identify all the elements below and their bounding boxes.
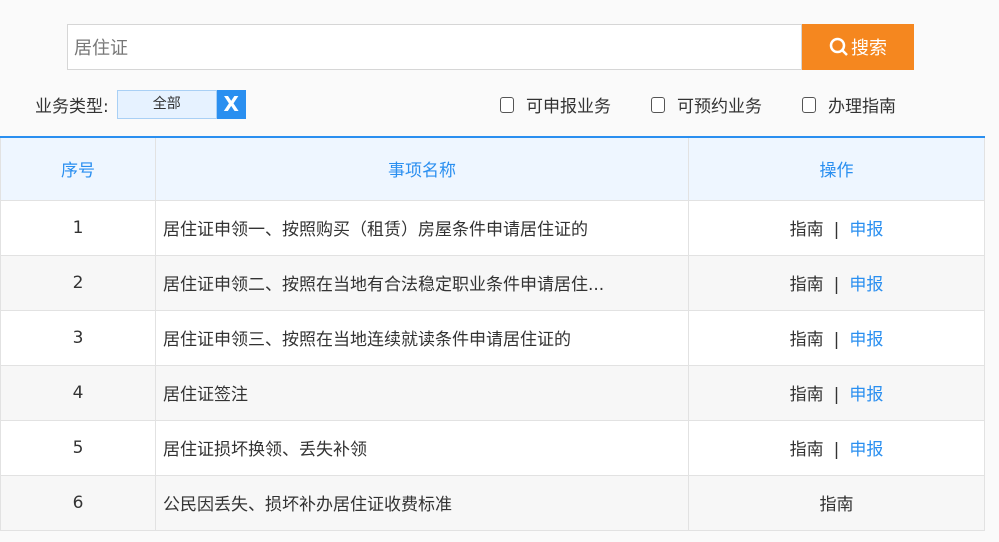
guide-link[interactable]: 指南 (790, 385, 824, 405)
row-actions: 指南 | 申报 (688, 199, 985, 256)
separator: | (833, 330, 840, 350)
item-name[interactable]: 居住证申领三、按照在当地连续就读条件申请居住证的 (155, 309, 689, 366)
header-name: 事项名称 (155, 137, 689, 201)
header-no: 序号 (0, 137, 156, 201)
guide-link[interactable]: 指南 (790, 330, 824, 350)
checkbox-box[interactable] (802, 96, 816, 113)
filter-selected-chip[interactable]: 全部 (116, 90, 217, 119)
row-number: 5 (0, 419, 156, 476)
row-number: 3 (0, 309, 156, 366)
guide-link[interactable]: 指南 (790, 275, 824, 295)
separator: | (833, 385, 840, 405)
checkbox-box[interactable] (651, 96, 665, 113)
row-number: 6 (0, 474, 156, 531)
header-action: 操作 (688, 137, 985, 201)
checkbox-box[interactable] (500, 96, 514, 113)
row-actions: 指南 (688, 474, 985, 531)
guide-link[interactable]: 指南 (820, 495, 854, 515)
apply-link[interactable]: 申报 (849, 385, 883, 405)
apply-link[interactable]: 申报 (849, 330, 883, 350)
table-row: 4 居住证签注 指南 | 申报 (0, 364, 985, 421)
filter-label: 业务类型: (35, 97, 109, 117)
apply-link[interactable]: 申报 (849, 220, 883, 240)
checkbox-label: 办理指南 (828, 97, 896, 117)
item-name[interactable]: 公民因丢失、损坏补办居住证收费标准 (155, 474, 689, 531)
guide-link[interactable]: 指南 (790, 220, 824, 240)
search-button-label: 搜索 (851, 38, 887, 59)
item-name[interactable]: 居住证签注 (155, 364, 689, 421)
item-name[interactable]: 居住证申领一、按照购买（租赁）房屋条件申请居住证的 (155, 199, 689, 256)
checkbox-bookable[interactable]: 可预约业务 (651, 92, 762, 117)
row-number: 2 (0, 254, 156, 311)
search-button[interactable]: 搜索 (802, 24, 914, 70)
row-actions: 指南 | 申报 (688, 254, 985, 311)
guide-link[interactable]: 指南 (790, 440, 824, 460)
row-actions: 指南 | 申报 (688, 364, 985, 421)
apply-link[interactable]: 申报 (849, 440, 883, 460)
separator: | (833, 440, 840, 460)
search-icon (829, 37, 848, 56)
row-number: 4 (0, 364, 156, 421)
clear-filter-button[interactable]: X (216, 90, 246, 119)
table-row: 1 居住证申领一、按照购买（租赁）房屋条件申请居住证的 指南 | 申报 (0, 199, 985, 256)
item-name[interactable]: 居住证申领二、按照在当地有合法稳定职业条件申请居住... (155, 254, 689, 311)
item-name[interactable]: 居住证损坏换领、丢失补领 (155, 419, 689, 476)
search-input[interactable] (67, 24, 802, 70)
results-table: 序号 事项名称 操作 1 居住证申领一、按照购买（租赁）房屋条件申请居住证的 指南 |… (0, 136, 985, 531)
checkbox-label: 可预约业务 (677, 97, 762, 117)
row-actions: 指南 | 申报 (688, 419, 985, 476)
apply-link[interactable]: 申报 (849, 275, 883, 295)
row-actions: 指南 | 申报 (688, 309, 985, 366)
checkbox-declarable[interactable]: 可申报业务 (500, 92, 611, 117)
table-row: 6 公民因丢失、损坏补办居住证收费标准 指南 (0, 474, 985, 531)
separator: | (833, 275, 840, 295)
table-row: 2 居住证申领二、按照在当地有合法稳定职业条件申请居住... 指南 | 申报 (0, 254, 985, 311)
checkbox-guide[interactable]: 办理指南 (802, 92, 896, 117)
business-type-filter: 业务类型: 全部 X (35, 90, 246, 119)
row-number: 1 (0, 199, 156, 256)
separator: | (833, 220, 840, 240)
checkbox-label: 可申报业务 (526, 97, 611, 117)
table-row: 3 居住证申领三、按照在当地连续就读条件申请居住证的 指南 | 申报 (0, 309, 985, 366)
table-row: 5 居住证损坏换领、丢失补领 指南 | 申报 (0, 419, 985, 476)
